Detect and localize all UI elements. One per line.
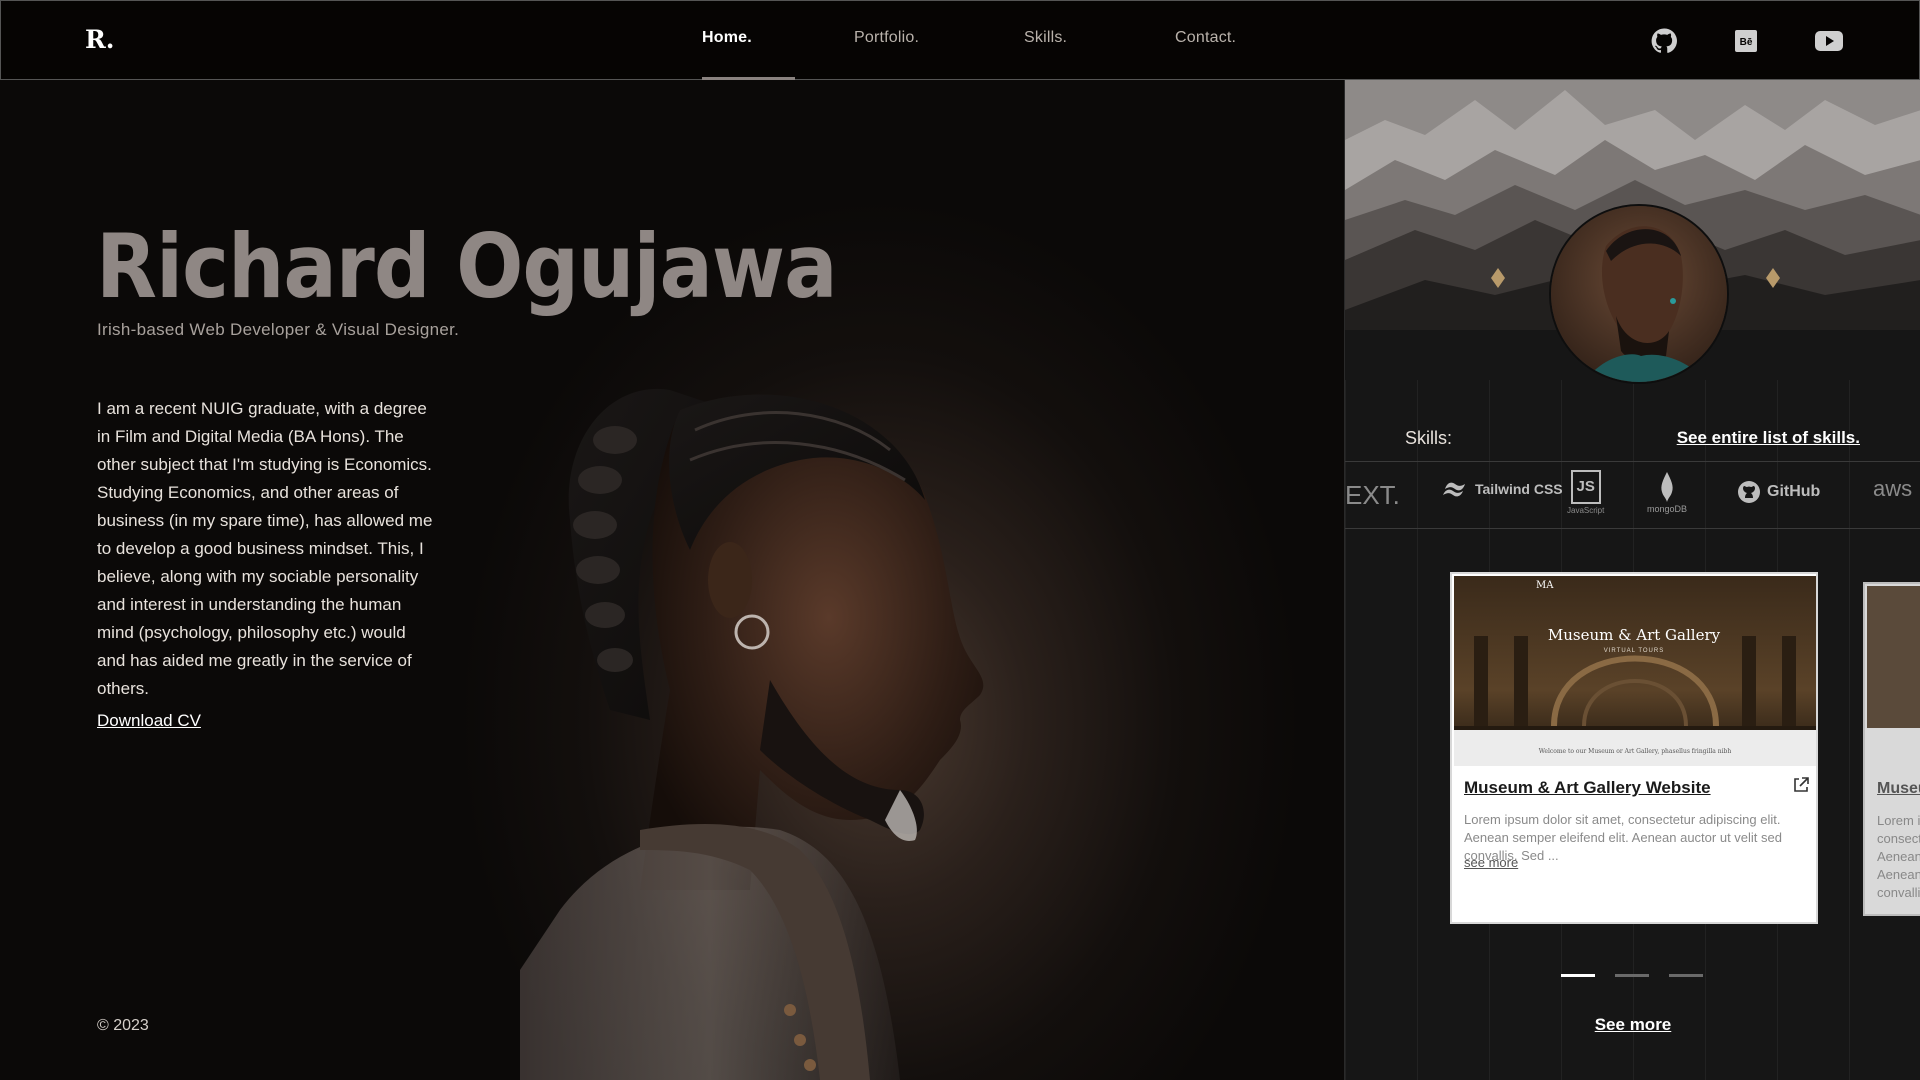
- skills-logo-carousel[interactable]: EXT. Tailwind CSS JS JavaScript mongoDB …: [1345, 461, 1920, 529]
- carousel-dot-3[interactable]: [1669, 974, 1703, 977]
- project-card-screenshot: Museum & Art Gallery VIRTUAL TOURS MA We…: [1454, 576, 1816, 766]
- nav-home[interactable]: Home.: [702, 29, 752, 47]
- hero-bio: I am a recent NUIG graduate, with a degr…: [97, 399, 433, 698]
- project-card-title[interactable]: Museum & Art Gallery Website: [1464, 778, 1711, 798]
- tailwind-label: Tailwind CSS: [1475, 481, 1563, 497]
- js-badge: JS: [1570, 470, 1601, 504]
- javascript-logo: JS JavaScript: [1567, 470, 1604, 515]
- behance-icon[interactable]: Bē: [1733, 28, 1759, 54]
- hero-section: Richard Ogujawa Irish-based Web Develope…: [0, 80, 1344, 1080]
- project-card-next-screenshot: [1867, 586, 1920, 728]
- project-card[interactable]: Museum & Art Gallery VIRTUAL TOURS MA We…: [1450, 572, 1818, 924]
- nav-skills[interactable]: Skills.: [1024, 29, 1067, 47]
- see-all-skills-link[interactable]: See entire list of skills.: [1677, 428, 1860, 448]
- carousel-dot-2[interactable]: [1615, 974, 1649, 977]
- see-more-projects-link[interactable]: See more: [1345, 1015, 1920, 1035]
- mongodb-logo: mongoDB: [1647, 472, 1687, 514]
- project-card-next-description: Lorem ipsum dolor sit amet, consectetur …: [1877, 813, 1920, 900]
- github-icon[interactable]: [1651, 28, 1677, 54]
- nav-contact[interactable]: Contact.: [1175, 29, 1236, 47]
- nextjs-logo: EXT.: [1345, 480, 1400, 510]
- mongodb-label: mongoDB: [1647, 504, 1688, 514]
- github-logo: GitHub: [1737, 480, 1820, 504]
- screenshot-footer-text: Welcome to our Museum or Art Gallery, ph…: [1538, 748, 1732, 755]
- profile-avatar: [1549, 204, 1729, 384]
- project-card-next-title[interactable]: Museum & Art Gallery Website: [1877, 780, 1920, 798]
- nav-portfolio[interactable]: Portfolio.: [854, 29, 919, 47]
- external-link-icon[interactable]: [1792, 776, 1810, 794]
- copyright: © 2023: [97, 1017, 149, 1034]
- screenshot-subheading: VIRTUAL TOURS: [1603, 648, 1665, 654]
- carousel-dot-1[interactable]: [1561, 974, 1595, 977]
- gold-diamond-ornament-right: [1766, 268, 1780, 288]
- youtube-icon[interactable]: [1814, 28, 1844, 54]
- hero-portrait-image: [520, 388, 984, 1080]
- hero-subtitle: Irish-based Web Developer & Visual Desig…: [97, 320, 460, 339]
- hero-name: Richard Ogujawa: [96, 215, 837, 318]
- profile-panel: Skills: See entire list of skills. EXT. …: [1344, 80, 1920, 1080]
- github-label: GitHub: [1767, 483, 1821, 500]
- project-card-next[interactable]: Museum & Art Gallery Website Lorem ipsum…: [1863, 582, 1920, 916]
- javascript-label: JavaScript: [1567, 506, 1605, 515]
- site-logo[interactable]: R.: [85, 25, 114, 54]
- tailwind-logo: Tailwind CSS: [1441, 480, 1563, 498]
- svg-text:Bē: Bē: [1740, 37, 1753, 48]
- screenshot-heading: Museum & Art Gallery: [1547, 626, 1721, 644]
- screenshot-logo: MA: [1536, 580, 1554, 591]
- aws-logo: aws: [1873, 476, 1913, 501]
- nav-active-indicator: [702, 77, 795, 80]
- top-navbar: R. Home. Portfolio. Skills. Contact. Bē: [0, 0, 1920, 80]
- gold-diamond-ornament-left: [1491, 268, 1505, 288]
- project-card-see-more[interactable]: see more: [1464, 855, 1518, 870]
- skills-heading: Skills:: [1405, 428, 1453, 448]
- download-cv-link[interactable]: Download CV: [97, 711, 201, 731]
